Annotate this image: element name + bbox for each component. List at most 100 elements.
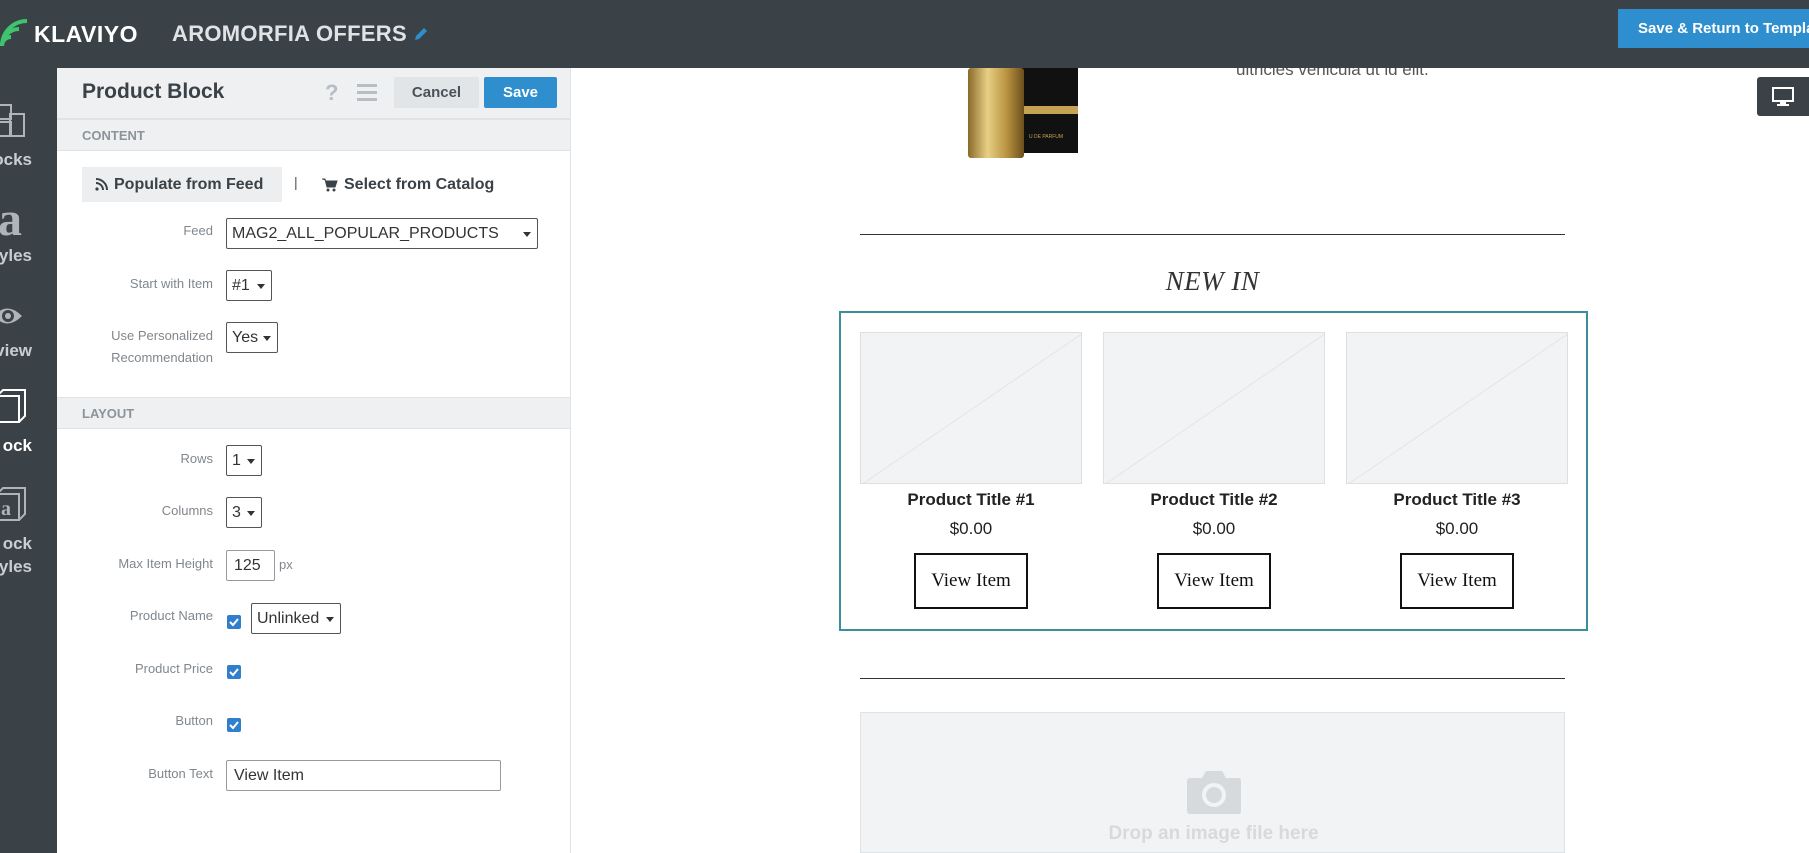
- personalized-label-line2: Recommendation: [111, 350, 213, 365]
- button-checkbox[interactable]: [227, 718, 241, 732]
- save-button[interactable]: Save: [484, 77, 557, 108]
- product-price-checkbox[interactable]: [227, 665, 241, 679]
- dropzone-text: Drop an image file here: [1108, 823, 1319, 844]
- button-text-input[interactable]: View Item: [226, 760, 501, 791]
- rail-label-blocks: ocks: [0, 150, 32, 169]
- logo-text: KLAVIYO: [34, 20, 139, 47]
- product-name-link-select[interactable]: Unlinked: [251, 603, 341, 634]
- view-item-button[interactable]: View Item: [914, 553, 1028, 609]
- personalized-select[interactable]: Yes: [226, 322, 278, 353]
- rail-item-block[interactable]: ock: [0, 388, 57, 468]
- product-bottle-image: U DE PARFUM: [968, 68, 1078, 158]
- image-dropzone[interactable]: Drop an image file here: [860, 712, 1565, 853]
- view-item-button[interactable]: View Item: [1157, 553, 1271, 609]
- rail-item-blocks[interactable]: ocks: [0, 102, 57, 182]
- image-placeholder-icon: [863, 333, 1081, 483]
- product-card[interactable]: Product Title #2 $0.00 View Item: [1103, 332, 1325, 622]
- campaign-title[interactable]: AROMORFIA OFFERS: [172, 14, 429, 54]
- rail-item-preview[interactable]: eview: [0, 293, 57, 373]
- content-section-heading: CONTENT: [57, 119, 570, 151]
- button-text-label: Button Text: [148, 766, 213, 781]
- chevron-down-icon: [523, 232, 531, 237]
- select-from-catalog-tab[interactable]: Select from Catalog: [322, 167, 494, 202]
- rows-select[interactable]: 1: [226, 445, 262, 476]
- cancel-button[interactable]: Cancel: [394, 77, 479, 108]
- view-item-button[interactable]: View Item: [1400, 553, 1514, 609]
- block-icon: [0, 389, 26, 423]
- rss-icon: [95, 177, 108, 191]
- klaviyo-logo[interactable]: KLAVIYO: [0, 14, 138, 54]
- blocks-icon: [0, 104, 25, 137]
- select-from-catalog-label: Select from Catalog: [344, 175, 495, 193]
- columns-label: Columns: [161, 503, 213, 518]
- email-canvas: U DE PARFUM ultricies vehicula ut id eli…: [571, 68, 1809, 853]
- product-block-panel: Product Block ? Cancel Save CONTENT Popu…: [57, 68, 571, 853]
- svg-text:a: a: [1, 498, 11, 520]
- panel-header: Product Block ? Cancel Save: [57, 68, 570, 119]
- divider: [860, 234, 1565, 235]
- feed-label: Feed: [183, 223, 213, 238]
- divider: [860, 678, 1565, 679]
- logo-signal-icon: [0, 19, 28, 47]
- rail-label-preview: eview: [0, 341, 32, 360]
- styles-icon: a: [0, 193, 22, 246]
- layout-section-heading: LAYOUT: [57, 397, 570, 429]
- columns-select[interactable]: 3: [226, 497, 262, 528]
- chevron-down-icon: [263, 336, 271, 341]
- checkmark-icon: [229, 668, 239, 677]
- feed-select[interactable]: MAG2_ALL_POPULAR_PRODUCTS: [226, 218, 538, 249]
- bottle-label-text: U DE PARFUM: [1029, 134, 1063, 140]
- cart-icon: [322, 178, 338, 191]
- product-price-label: Product Price: [134, 661, 213, 676]
- product-title: Product Title #3: [1393, 490, 1521, 509]
- image-placeholder-icon: [1349, 333, 1567, 483]
- rail-label-block-styles: ock yles: [0, 532, 32, 578]
- populate-from-feed-tab[interactable]: Populate from Feed: [82, 167, 282, 202]
- product-card[interactable]: Product Title #3 $0.00 View Item: [1346, 332, 1568, 622]
- checkmark-icon: [229, 618, 239, 627]
- desktop-icon: [1772, 87, 1794, 106]
- populate-from-feed-label: Populate from Feed: [114, 175, 264, 193]
- product-name-checkbox[interactable]: [227, 615, 241, 629]
- product-block[interactable]: Product Title #1 $0.00 View Item Product…: [839, 311, 1588, 631]
- product-name-label: Product Name: [129, 608, 213, 623]
- menu-icon[interactable]: [356, 82, 378, 102]
- columns-select-value: 3: [232, 504, 241, 521]
- rail-label-line1: ock: [2, 534, 32, 553]
- personalized-label-line1: Use Personalized: [111, 328, 213, 343]
- rail-item-styles[interactable]: a yles: [0, 193, 57, 278]
- left-rail: ocks a yles eview ock a ock yles: [0, 68, 57, 853]
- max-item-height-unit: px: [279, 557, 293, 572]
- rail-item-block-styles[interactable]: a ock yles: [0, 486, 57, 586]
- image-placeholder-icon: [1106, 333, 1324, 483]
- source-separator: |: [294, 174, 298, 190]
- camera-icon: [1187, 771, 1241, 814]
- product-card[interactable]: Product Title #1 $0.00 View Item: [860, 332, 1082, 622]
- product-image-placeholder: [1346, 332, 1568, 484]
- max-item-height-input[interactable]: 125: [226, 550, 275, 581]
- personalized-select-value: Yes: [232, 329, 259, 346]
- lorem-text: ultricies vehicula ut id elit.: [1236, 68, 1429, 79]
- rail-label-styles: yles: [0, 246, 32, 265]
- top-bar: KLAVIYO AROMORFIA OFFERS Save & Return t…: [0, 0, 1809, 68]
- desktop-view-toggle[interactable]: [1757, 77, 1809, 116]
- save-return-button[interactable]: Save & Return to Template: [1618, 9, 1809, 48]
- button-label: Button: [175, 713, 213, 728]
- rail-label-line2: yles: [0, 557, 32, 576]
- product-price: $0.00: [1435, 519, 1479, 538]
- personalized-label: Use Personalized Recommendation: [57, 325, 213, 369]
- feed-select-value: MAG2_ALL_POPULAR_PRODUCTS: [232, 225, 499, 242]
- product-price: $0.00: [949, 519, 993, 538]
- chevron-down-icon: [247, 511, 255, 516]
- start-with-item-select[interactable]: #1: [226, 270, 272, 301]
- pencil-icon[interactable]: [413, 26, 429, 42]
- start-with-item-label: Start with Item: [129, 276, 213, 291]
- chevron-down-icon: [247, 459, 255, 464]
- chevron-down-icon: [326, 617, 334, 622]
- product-image-placeholder: [1103, 332, 1325, 484]
- panel-title: Product Block: [82, 80, 225, 103]
- rail-label-block: ock: [2, 436, 32, 455]
- block-styles-icon: a: [0, 487, 26, 521]
- help-icon[interactable]: ?: [325, 80, 338, 106]
- max-item-height-label: Max Item Height: [118, 556, 213, 571]
